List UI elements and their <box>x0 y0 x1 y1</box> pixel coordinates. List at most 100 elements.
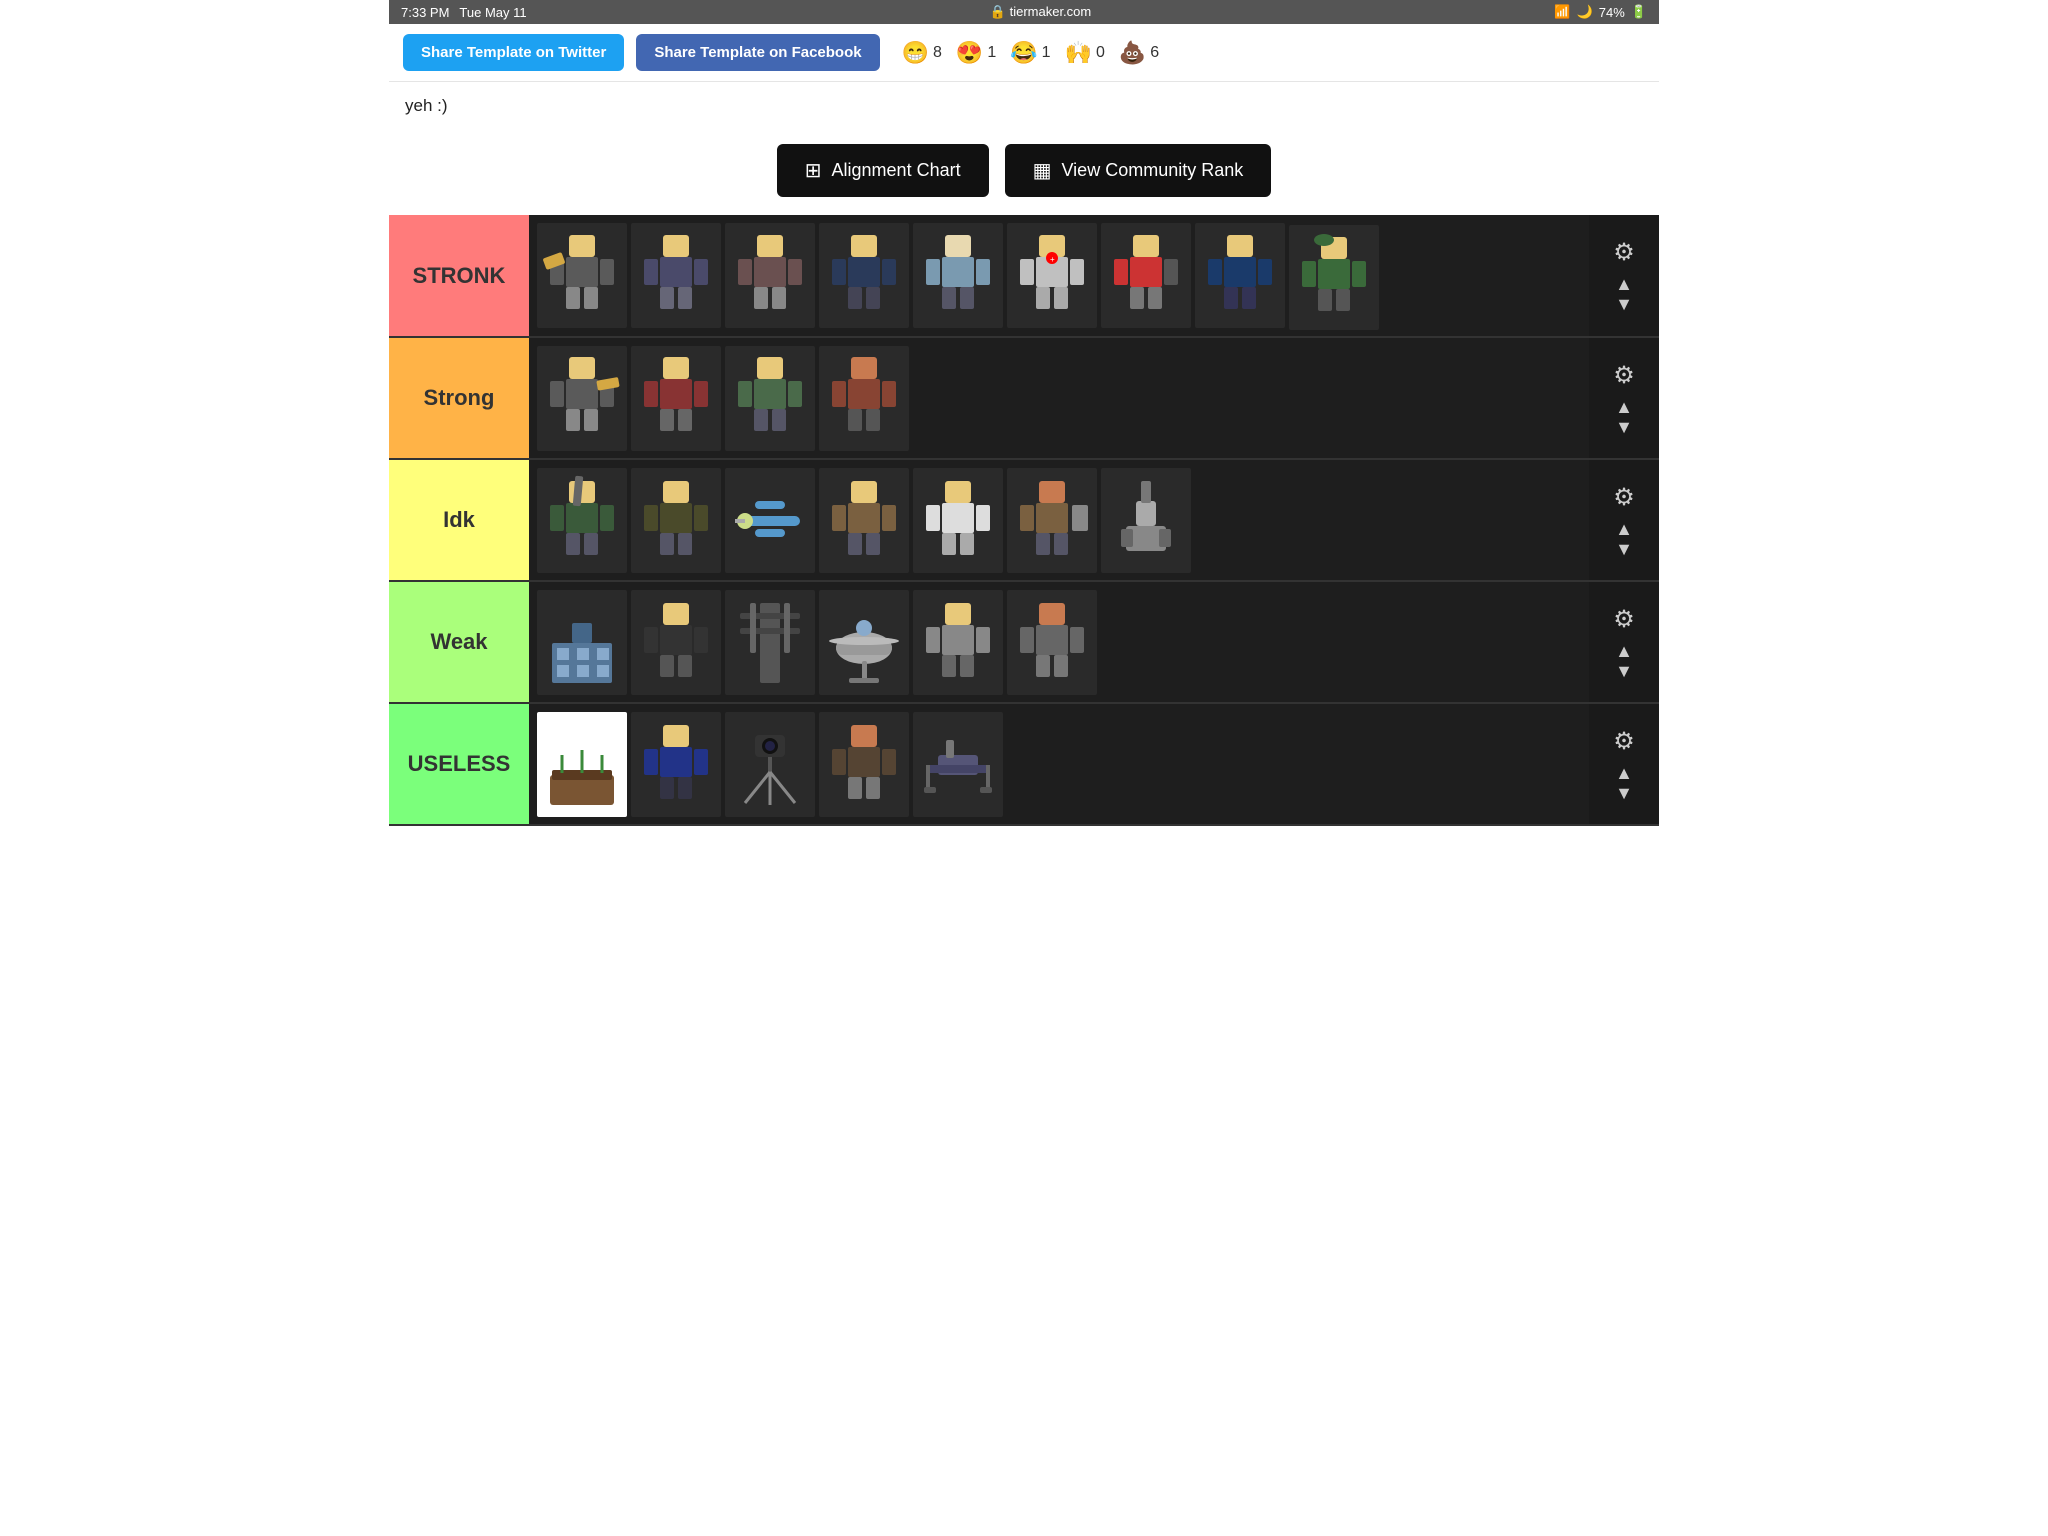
down-arrow-strong[interactable]: ▼ <box>1615 418 1633 436</box>
alignment-chart-button[interactable]: ⊞ Alignment Chart <box>777 144 989 197</box>
tier-controls-stronk: ⚙ ▲ ▼ <box>1589 215 1659 336</box>
gear-button-useless[interactable]: ⚙ <box>1613 727 1635 756</box>
status-bar: 7:33 PM Tue May 11 🔒 tiermaker.com 📶 🌙 7… <box>389 0 1659 24</box>
community-icon: ▦ <box>1033 158 1052 183</box>
list-item[interactable] <box>913 712 1003 817</box>
tier-label-stronk: STRONK <box>389 215 529 336</box>
down-arrow-weak[interactable]: ▼ <box>1615 662 1633 680</box>
list-item[interactable] <box>819 712 909 817</box>
love-emoji: 😍 <box>956 40 983 66</box>
arrows-idk: ▲ ▼ <box>1615 520 1633 558</box>
tier-controls-strong: ⚙ ▲ ▼ <box>1589 338 1659 458</box>
grid-icon: ⊞ <box>805 158 822 183</box>
list-item[interactable] <box>725 712 815 817</box>
facebook-share-button[interactable]: Share Template on Facebook <box>636 34 879 71</box>
love-count: 1 <box>987 44 996 62</box>
arrows-useless: ▲ ▼ <box>1615 764 1633 802</box>
list-item[interactable] <box>631 712 721 817</box>
list-item[interactable] <box>1007 590 1097 695</box>
list-item[interactable] <box>1007 468 1097 573</box>
list-item[interactable] <box>537 712 627 817</box>
tier-row-strong: Strong ⚙ ▲ ▼ <box>389 338 1659 460</box>
list-item[interactable] <box>913 468 1003 573</box>
list-item[interactable] <box>1289 225 1379 330</box>
list-item[interactable] <box>537 346 627 451</box>
reaction-hands[interactable]: 🙌 0 <box>1065 40 1105 66</box>
gear-button-idk[interactable]: ⚙ <box>1613 483 1635 512</box>
list-item[interactable] <box>913 590 1003 695</box>
tier-row-weak: Weak ⚙ <box>389 582 1659 704</box>
tier-row-useless: USELESS ⚙ ▲ <box>389 704 1659 826</box>
hands-emoji: 🙌 <box>1065 40 1092 66</box>
chart-buttons: ⊞ Alignment Chart ▦ View Community Rank <box>389 130 1659 215</box>
list-item[interactable] <box>819 223 909 328</box>
list-item[interactable] <box>819 468 909 573</box>
reaction-poop[interactable]: 💩 6 <box>1119 40 1159 66</box>
list-item[interactable] <box>1101 468 1191 573</box>
tier-label-strong: Strong <box>389 338 529 458</box>
happy-count: 8 <box>933 44 942 62</box>
up-arrow-useless[interactable]: ▲ <box>1615 764 1633 782</box>
tier-row-idk: Idk <box>389 460 1659 582</box>
tier-list-container: STRONK + <box>389 215 1659 826</box>
tier-label-useless: USELESS <box>389 704 529 824</box>
reaction-happy[interactable]: 😁 8 <box>902 40 942 66</box>
down-arrow-stronk[interactable]: ▼ <box>1615 295 1633 313</box>
tier-description: yeh :) <box>389 82 1659 130</box>
tier-controls-weak: ⚙ ▲ ▼ <box>1589 582 1659 702</box>
arrows-strong: ▲ ▼ <box>1615 398 1633 436</box>
list-item[interactable] <box>537 223 627 328</box>
list-item[interactable] <box>631 223 721 328</box>
list-item[interactable] <box>819 346 909 451</box>
list-item[interactable] <box>913 223 1003 328</box>
laugh-count: 1 <box>1042 44 1051 62</box>
status-bar-right: 📶 🌙 74% 🔋 <box>1554 4 1647 20</box>
list-item[interactable] <box>537 468 627 573</box>
list-item[interactable] <box>631 468 721 573</box>
list-item[interactable] <box>725 223 815 328</box>
gear-button-stronk[interactable]: ⚙ <box>1613 238 1635 267</box>
list-item[interactable] <box>1195 223 1285 328</box>
tier-label-idk: Idk <box>389 460 529 580</box>
down-arrow-useless[interactable]: ▼ <box>1615 784 1633 802</box>
reaction-love[interactable]: 😍 1 <box>956 40 996 66</box>
hands-count: 0 <box>1096 44 1105 62</box>
list-item[interactable] <box>537 590 627 695</box>
poop-count: 6 <box>1150 44 1159 62</box>
arrows-stronk: ▲ ▼ <box>1615 275 1633 313</box>
tier-content-useless <box>529 704 1589 824</box>
list-item[interactable] <box>631 346 721 451</box>
list-item[interactable]: + <box>1007 223 1097 328</box>
community-rank-label: View Community Rank <box>1062 160 1244 181</box>
tier-label-weak: Weak <box>389 582 529 702</box>
list-item[interactable] <box>725 590 815 695</box>
status-bar-left: 7:33 PM Tue May 11 <box>401 5 527 20</box>
down-arrow-idk[interactable]: ▼ <box>1615 540 1633 558</box>
tier-controls-useless: ⚙ ▲ ▼ <box>1589 704 1659 824</box>
tier-content-stronk: + <box>529 215 1589 336</box>
laugh-emoji: 😂 <box>1010 40 1037 66</box>
tier-content-idk <box>529 460 1589 580</box>
wifi-icon: 📶 <box>1554 4 1570 20</box>
list-item[interactable] <box>819 590 909 695</box>
poop-emoji: 💩 <box>1119 40 1146 66</box>
list-item[interactable] <box>1101 223 1191 328</box>
list-item[interactable] <box>725 468 815 573</box>
happy-emoji: 😁 <box>902 40 929 66</box>
date: Tue May 11 <box>459 5 526 20</box>
reaction-laugh[interactable]: 😂 1 <box>1010 40 1050 66</box>
list-item[interactable] <box>725 346 815 451</box>
up-arrow-stronk[interactable]: ▲ <box>1615 275 1633 293</box>
emoji-reactions: 😁 8 😍 1 😂 1 🙌 0 💩 6 <box>902 40 1160 66</box>
community-rank-button[interactable]: ▦ View Community Rank <box>1005 144 1272 197</box>
list-item[interactable] <box>631 590 721 695</box>
up-arrow-strong[interactable]: ▲ <box>1615 398 1633 416</box>
twitter-share-button[interactable]: Share Template on Twitter <box>403 34 624 71</box>
tier-controls-idk: ⚙ ▲ ▼ <box>1589 460 1659 580</box>
gear-button-strong[interactable]: ⚙ <box>1613 361 1635 390</box>
up-arrow-weak[interactable]: ▲ <box>1615 642 1633 660</box>
up-arrow-idk[interactable]: ▲ <box>1615 520 1633 538</box>
gear-button-weak[interactable]: ⚙ <box>1613 605 1635 634</box>
battery-text: 74% <box>1599 5 1625 20</box>
time: 7:33 PM <box>401 5 449 20</box>
